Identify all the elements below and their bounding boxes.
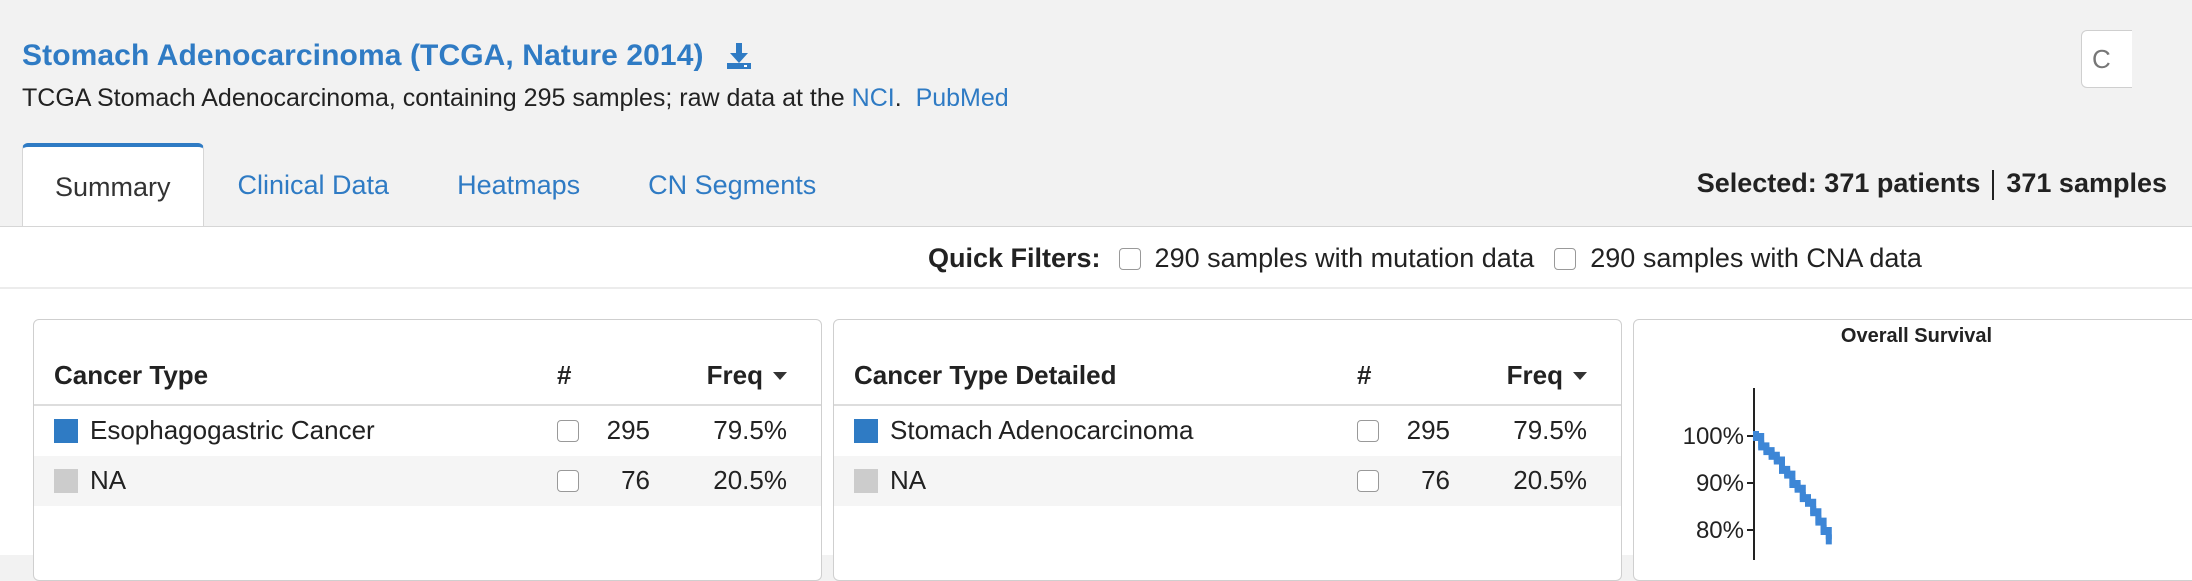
selected-samples[interactable]: 371 samples [2006,168,2167,198]
censor-mark [1794,482,1801,493]
censor-mark [1825,534,1832,545]
cna-filter-checkbox[interactable] [1554,247,1577,270]
tab-cn-segments[interactable]: CN Segments [614,143,850,227]
table-row[interactable]: Esophagogastric Cancer 295 79.5% [34,406,821,456]
censor-mark [1768,449,1775,460]
tab-heatmaps[interactable]: Heatmaps [423,143,614,227]
table-row[interactable]: NA 76 20.5% [834,456,1621,506]
selected-label: Selected: [1696,168,1817,198]
overall-survival-card: Overall Survival 100% 90% 80% [1633,319,2192,581]
mutation-filter-checkbox[interactable] [1118,247,1141,270]
quick-filter-mutation[interactable]: 290 samples with mutation data [1118,243,1535,274]
censor-mark [1815,515,1822,526]
study-description: TCGA Stomach Adenocarcinoma, containing … [22,84,2122,113]
description-separator: . [894,84,902,112]
sort-desc-icon [1573,371,1587,380]
selected-patients[interactable]: 371 patients [1824,168,1980,198]
column-count[interactable]: # [1357,360,1371,391]
download-icon[interactable] [724,41,754,71]
column-freq[interactable]: Freq [1507,360,1587,391]
row-name: Stomach Adenocarcinoma [890,415,1194,445]
row-name: NA [890,465,927,495]
censor-mark [1789,478,1796,488]
table-row[interactable]: Stomach Adenocarcinoma 295 79.5% [834,406,1621,456]
quick-filters-label: Quick Filters: [928,243,1101,273]
row-freq: 79.5% [713,415,787,445]
column-freq[interactable]: Freq [707,360,787,391]
row-name: NA [90,465,127,495]
cancer-type-detailed-card: Cancer Type Detailed # Freq Stomach Aden… [833,319,1622,581]
tab-clinical-data[interactable]: Clinical Data [204,143,424,227]
color-swatch [54,469,78,493]
freq-label: Freq [706,360,763,390]
quick-filters: Quick Filters: 290 samples with mutation… [928,243,1942,274]
row-name: Esophagogastric Cancer [90,415,375,445]
row-checkbox[interactable] [557,470,579,492]
censor-mark [1758,440,1765,451]
row-freq: 20.5% [713,465,787,495]
study-title[interactable]: Stomach Adenocarcinoma (TCGA, Nature 201… [22,39,704,73]
search-box-stub[interactable]: C [2081,30,2132,88]
color-swatch [854,469,878,493]
censor-mark [1779,463,1785,474]
description-text: TCGA Stomach Adenocarcinoma, containing … [22,84,852,112]
row-count: 295 [606,415,650,445]
row-checkbox[interactable] [557,420,579,442]
censor-mark [1753,431,1759,441]
column-count[interactable]: # [557,360,571,391]
column-cancer-type[interactable]: Cancer Type [54,360,208,391]
row-freq: 20.5% [1513,465,1587,495]
main-tabs: Summary Clinical Data Heatmaps CN Segmen… [22,143,850,228]
row-count: 76 [1421,465,1450,495]
row-count: 76 [621,465,650,495]
sort-desc-icon [773,371,787,380]
censor-mark [1799,492,1806,503]
y-tick-label: 80% [1696,517,1744,544]
color-swatch [854,419,878,443]
row-checkbox[interactable] [1357,470,1379,492]
y-tick-label: 90% [1696,470,1744,497]
table-header: Cancer Type Detailed # Freq [834,360,1621,406]
row-freq: 79.5% [1513,415,1587,445]
row-checkbox[interactable] [1357,420,1379,442]
table-row[interactable]: NA 76 20.5% [34,456,821,506]
censor-mark [1763,445,1770,456]
y-tick-label: 100% [1683,423,1744,450]
survival-chart[interactable]: 100% 90% 80% [1634,320,2192,560]
pubmed-link[interactable]: PubMed [916,84,1009,112]
row-count: 295 [1406,415,1450,445]
color-swatch [54,419,78,443]
censor-mark [1784,468,1791,479]
separator [1992,169,1995,200]
tab-summary[interactable]: Summary [22,143,204,228]
summary-content: Quick Filters: 290 samples with mutation… [0,226,2192,581]
selection-summary: Selected: 371 patients 371 samples [1697,168,2167,200]
cna-filter-label: 290 samples with CNA data [1590,243,1922,273]
nci-link[interactable]: NCI [852,84,895,112]
column-cancer-type-detailed[interactable]: Cancer Type Detailed [854,360,1117,391]
censor-mark [1773,454,1780,465]
table-header: Cancer Type # Freq [34,360,821,406]
censor-mark [1810,506,1817,517]
mutation-filter-label: 290 samples with mutation data [1154,243,1535,273]
filter-divider [0,287,2192,289]
cancer-type-card: Cancer Type # Freq Esophagogastric Cance… [33,319,822,581]
censor-mark [1805,496,1811,507]
censor-mark [1820,525,1827,535]
study-header: Stomach Adenocarcinoma (TCGA, Nature 201… [22,30,2132,113]
quick-filter-cna[interactable]: 290 samples with CNA data [1554,243,1922,274]
freq-label: Freq [1506,360,1563,390]
